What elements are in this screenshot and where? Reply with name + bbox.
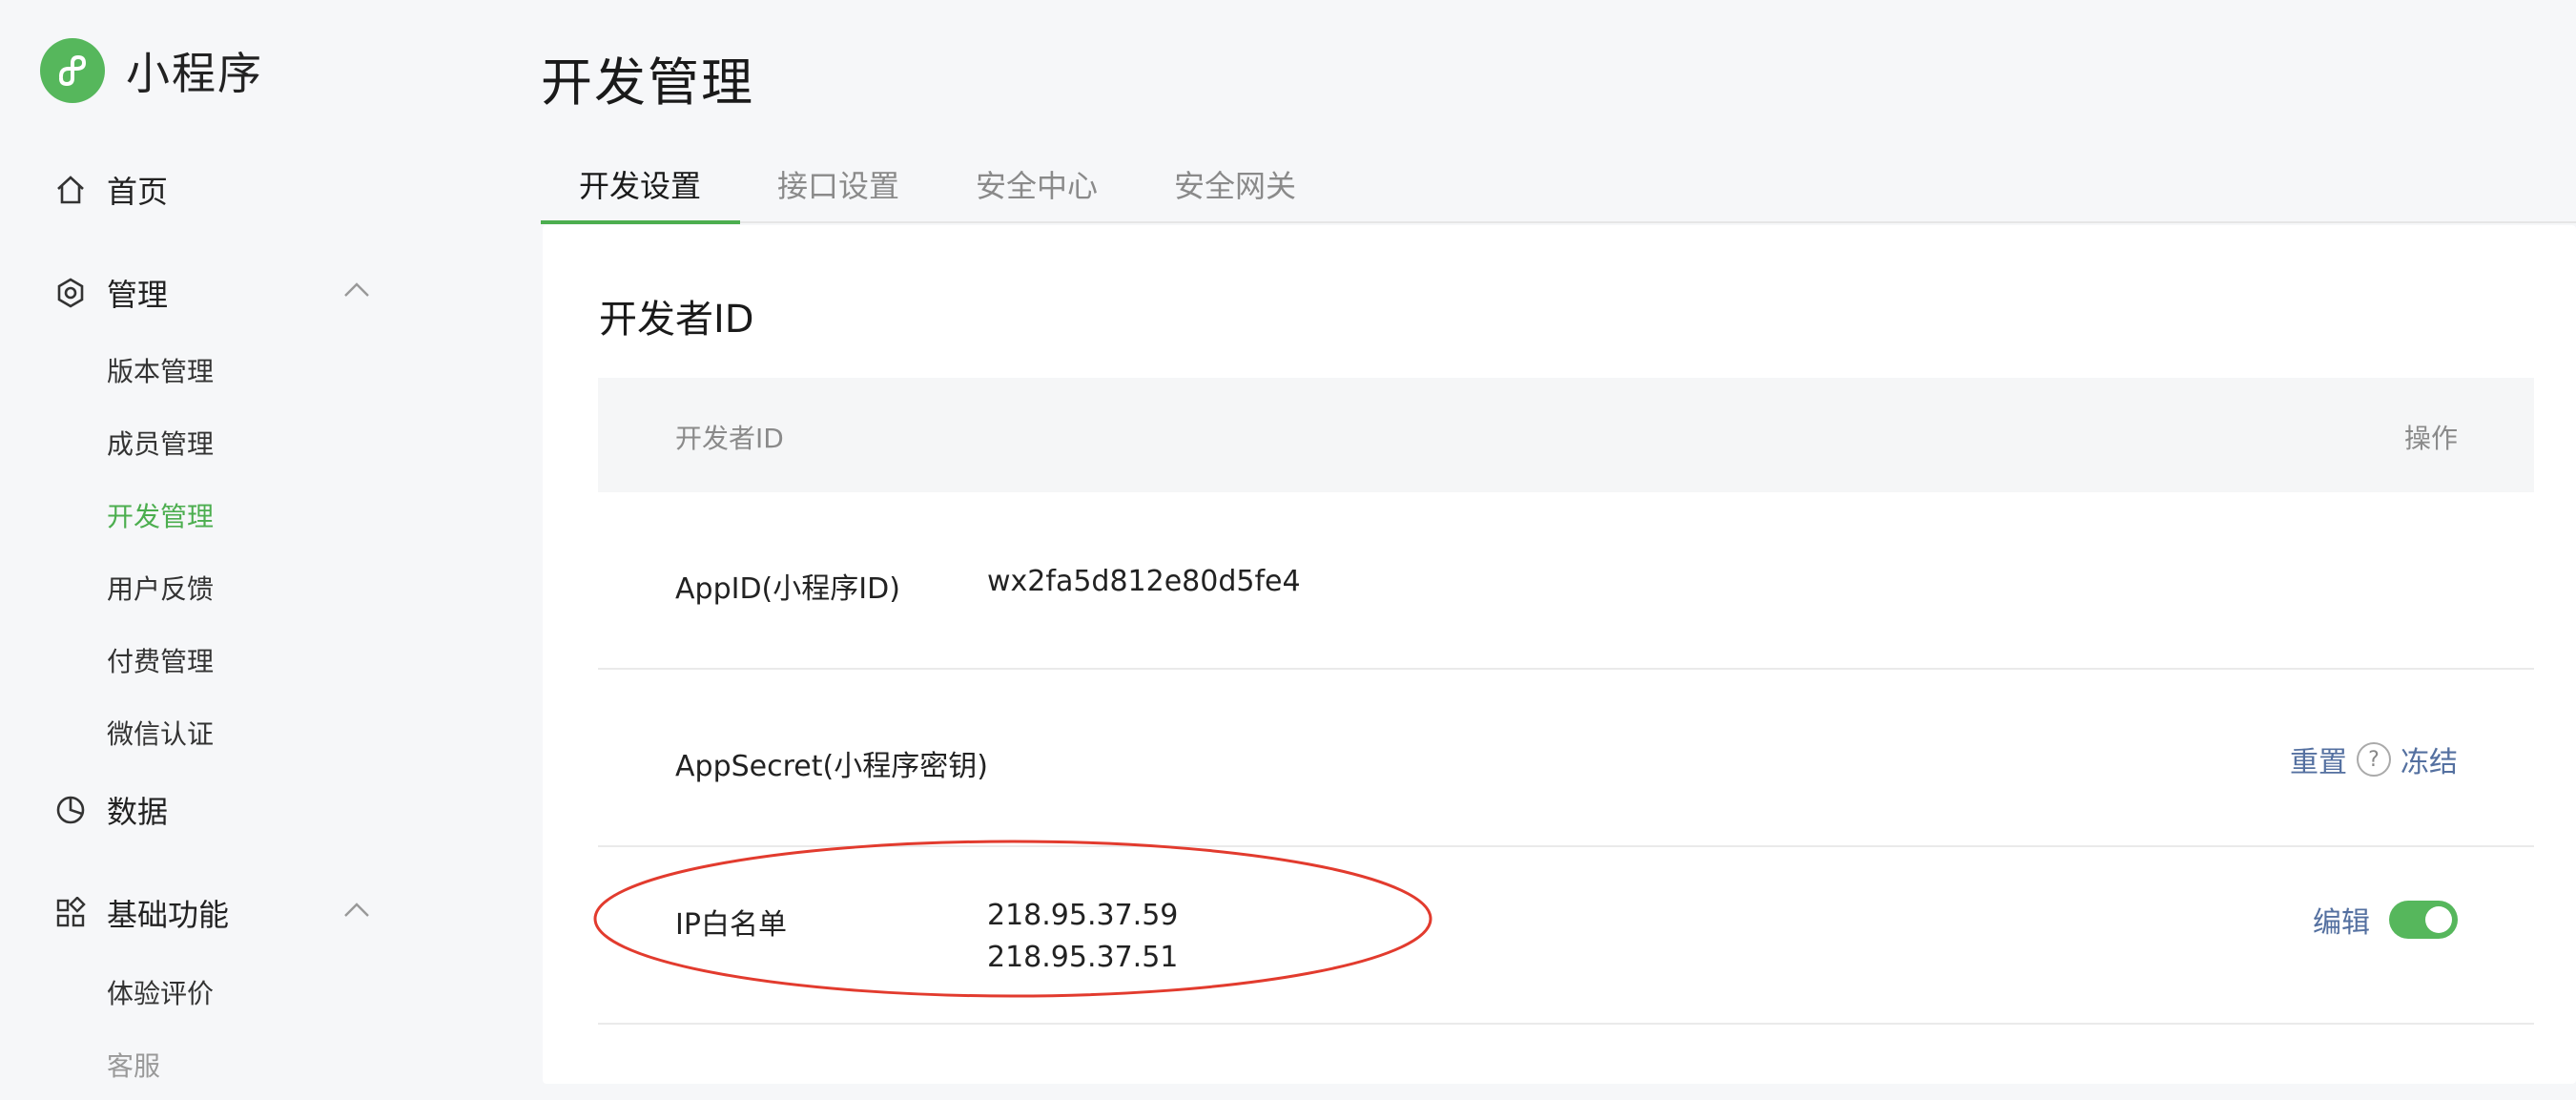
tab-api-settings[interactable]: 接口设置 [777, 162, 899, 206]
sidebar: 小程序 首页 管理 版本管理 成员管理 开发管理 用户反馈 付费管理 微信认证 … [0, 0, 496, 1100]
appid-value: wx2fa5d812e80d5fe4 [987, 565, 1301, 598]
ip-list: 218.95.37.59 218.95.37.51 [987, 895, 1178, 979]
freeze-button[interactable]: 冻结 [2401, 738, 2458, 780]
active-tab-indicator [541, 220, 740, 224]
sidebar-item-label: 基础功能 [107, 897, 230, 933]
appsecret-actions: 重置 ? 冻结 [2290, 738, 2458, 780]
sidebar-item-label: 首页 [107, 174, 169, 210]
table-row-appsecret: AppSecret(小程序密钥) 重置 ? 冻结 [598, 670, 2534, 847]
edit-button[interactable]: 编辑 [2313, 899, 2370, 941]
sidebar-item-home[interactable]: 首页 [53, 168, 168, 212]
table-row-appid: AppID(小程序ID) wx2fa5d812e80d5fe4 [598, 492, 2534, 670]
ip-whitelist-label: IP白名单 [675, 908, 787, 942]
sidebar-item-experience[interactable]: 体验评价 [107, 973, 214, 1011]
brand-title: 小程序 [126, 48, 263, 99]
tab-dev-settings[interactable]: 开发设置 [579, 162, 701, 206]
sidebar-item-manage[interactable]: 管理 [53, 271, 168, 315]
page-title: 开发管理 [541, 52, 754, 113]
sidebar-item-service[interactable]: 客服 [107, 1046, 160, 1084]
appid-label: AppID(小程序ID) [675, 572, 900, 606]
ip-address: 218.95.37.59 [987, 899, 1179, 932]
column-header-action: 操作 [2403, 423, 2458, 454]
mini-program-logo-icon [40, 38, 105, 103]
tab-bar: 开发设置 接口设置 安全中心 安全网关 [541, 153, 2576, 224]
chevron-up-icon[interactable] [341, 279, 372, 301]
dev-id-card: 开发者ID 开发者ID 操作 AppID(小程序ID) wx2fa5d812e8… [543, 225, 2576, 1084]
tab-security-center[interactable]: 安全中心 [976, 162, 1098, 206]
column-header-id: 开发者ID [675, 423, 784, 454]
ip-actions: 编辑 [2313, 899, 2458, 941]
app-window: 小程序 首页 管理 版本管理 成员管理 开发管理 用户反馈 付费管理 微信认证 … [0, 0, 2576, 1100]
sidebar-item-version[interactable]: 版本管理 [107, 351, 214, 389]
brand[interactable]: 小程序 [40, 38, 263, 103]
sidebar-item-dev-manage[interactable]: 开发管理 [107, 496, 214, 534]
sidebar-item-data[interactable]: 数据 [53, 788, 168, 832]
ip-address: 218.95.37.51 [987, 941, 1179, 974]
sidebar-item-label: 管理 [107, 277, 169, 313]
hexagon-settings-icon [53, 276, 88, 310]
sidebar-item-label: 数据 [107, 794, 169, 830]
reset-button[interactable]: 重置 [2290, 738, 2347, 780]
toggle-knob [2425, 906, 2452, 933]
sidebar-item-basic[interactable]: 基础功能 [53, 891, 229, 935]
section-title: 开发者ID [599, 298, 754, 342]
tab-security-gateway[interactable]: 安全网关 [1174, 162, 1296, 206]
table-header: 开发者ID 操作 [598, 378, 2534, 492]
appsecret-label: AppSecret(小程序密钥) [675, 750, 988, 783]
pie-chart-icon [53, 793, 88, 827]
home-icon [53, 173, 88, 207]
sidebar-item-payment[interactable]: 付费管理 [107, 641, 214, 679]
help-icon[interactable]: ? [2357, 742, 2391, 777]
table-row-ip-whitelist: IP白名单 218.95.37.59 218.95.37.51 编辑 [598, 847, 2534, 1025]
sidebar-item-feedback[interactable]: 用户反馈 [107, 569, 214, 607]
grid-apps-icon [53, 896, 88, 930]
sidebar-item-members[interactable]: 成员管理 [107, 424, 214, 462]
ip-whitelist-toggle[interactable] [2389, 901, 2458, 939]
sidebar-item-wechat-auth[interactable]: 微信认证 [107, 714, 214, 752]
chevron-up-icon[interactable] [341, 899, 372, 922]
